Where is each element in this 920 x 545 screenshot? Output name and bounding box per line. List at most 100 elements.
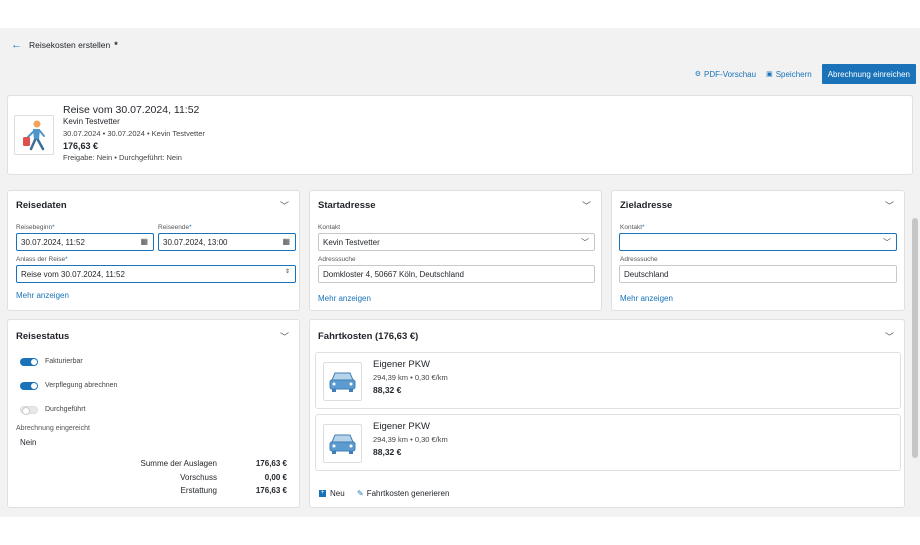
car-icon [323, 362, 362, 401]
fakturierbar-toggle[interactable] [20, 358, 38, 366]
start-address-input[interactable]: Domkloster 4, 50667 Köln, Deutschland [318, 265, 595, 283]
reason-input[interactable]: Reise vom 30.07.2024, 11:52 ⇕ [16, 265, 296, 283]
startadresse-title: Startadresse [318, 200, 376, 211]
sum-label: Erstattung [180, 486, 217, 495]
end-date-value: 30.07.2024, 13:00 [163, 237, 228, 247]
traveler-name: Kevin Testvetter [63, 117, 120, 126]
chevron-down-icon[interactable]: ﹀ [280, 199, 289, 212]
start-search-label: Adresssuche [318, 256, 356, 263]
action-bar: ⚙ PDF-Vorschau ▣ Speichern Abrechnung ei… [695, 64, 916, 84]
pdf-preview-label: PDF-Vorschau [704, 69, 757, 79]
reisedaten-card: Reisedaten ﹀ Reisebeginn* 30.07.2024, 11… [7, 190, 300, 311]
fahrtkosten-title: Fahrtkosten (176,63 €) [318, 331, 419, 342]
end-label: Reiseende* [158, 224, 192, 231]
reisestatus-card: Reisestatus ﹀ Fakturierbar Verpflegung a… [7, 319, 300, 508]
trip-status: Freigabe: Nein • Durchgeführt: Nein [63, 153, 182, 162]
expense-meta: 294,39 km • 0,30 €/km [373, 372, 448, 382]
save-icon: ▣ [766, 71, 773, 78]
start-contact-value: Kevin Testvetter [323, 237, 380, 247]
durchgefuehrt-label: Durchgeführt [45, 406, 86, 413]
reisestatus-title: Reisestatus [16, 331, 70, 342]
sum-row-refund: Erstattung 176,63 € [107, 486, 287, 495]
resize-handle-icon[interactable]: ⇕ [285, 268, 290, 275]
start-contact-select[interactable]: Kevin Testvetter ﹀ [318, 233, 595, 251]
start-address-value: Domkloster 4, 50667 Köln, Deutschland [323, 269, 464, 279]
submitted-label: Abrechnung eingereicht [16, 425, 90, 432]
expense-amount: 88,32 € [373, 385, 402, 395]
page-header: ← Reisekosten erstellen * [0, 28, 920, 62]
target-address-value: Deutschland [624, 269, 669, 279]
target-address-input[interactable]: Deutschland [619, 265, 897, 283]
pdf-preview-button[interactable]: ⚙ PDF-Vorschau [695, 70, 756, 79]
expense-text: Eigener PKW 294,39 km • 0,30 €/km 88,32 … [373, 421, 448, 459]
reisedaten-title: Reisedaten [16, 200, 67, 211]
start-date-input[interactable]: 30.07.2024, 11:52 ▦ [16, 233, 154, 251]
expense-amount: 88,32 € [373, 447, 402, 457]
sum-row-advance: Vorschuss 0,00 € [107, 473, 287, 482]
target-contact-label: Kontakt* [620, 224, 645, 231]
sum-value: 176,63 € [255, 459, 287, 468]
end-date-input[interactable]: 30.07.2024, 13:00 ▦ [158, 233, 296, 251]
calendar-icon[interactable]: ▦ [282, 237, 290, 246]
trip-summary-text: Reise vom 30.07.2024, 11:52 Kevin Testve… [63, 104, 205, 164]
expense-title: Eigener PKW [373, 421, 431, 432]
expense-meta: 294,39 km • 0,30 €/km [373, 434, 448, 444]
durchgefuehrt-toggle[interactable] [20, 406, 38, 415]
startadresse-card: Startadresse ﹀ Kontakt Kevin Testvetter … [309, 190, 602, 311]
reisedaten-more-link[interactable]: Mehr anzeigen [16, 291, 69, 300]
submitted-value: Nein [20, 438, 37, 447]
trip-amount: 176,63 € [63, 141, 99, 151]
wand-icon: ✎ [357, 489, 364, 498]
gear-icon: ⚙ [694, 71, 702, 78]
unsaved-indicator: * [114, 40, 118, 50]
start-label: Reisebeginn* [16, 224, 55, 231]
generate-costs-button[interactable]: ✎ Fahrtkosten generieren [357, 489, 449, 498]
reason-label: Anlass der Reise* [16, 256, 68, 263]
page-title: Reisekosten erstellen [29, 40, 111, 50]
traveler-illustration [14, 115, 54, 155]
app-container: ← Reisekosten erstellen * ⚙ PDF-Vorschau… [0, 28, 920, 517]
new-expense-button[interactable]: + Neu [319, 489, 345, 498]
sum-value: 176,63 € [255, 486, 287, 495]
expense-item[interactable]: Eigener PKW 294,39 km • 0,30 €/km 88,32 … [315, 414, 901, 471]
zieladresse-more-link[interactable]: Mehr anzeigen [620, 294, 673, 303]
fakturierbar-label: Fakturierbar [45, 358, 83, 365]
trip-summary-card: Reise vom 30.07.2024, 11:52 Kevin Testve… [7, 95, 913, 175]
fahrtkosten-card: Fahrtkosten (176,63 €) ﹀ Eigener PKW 294… [309, 319, 905, 508]
generate-costs-label: Fahrtkosten generieren [366, 489, 450, 498]
save-button[interactable]: ▣ Speichern [766, 70, 812, 79]
sum-label: Summe der Auslagen [140, 459, 218, 468]
target-contact-select[interactable]: ﹀ [619, 233, 897, 251]
expense-title: Eigener PKW [373, 359, 431, 370]
expense-item[interactable]: Eigener PKW 294,39 km • 0,30 €/km 88,32 … [315, 352, 901, 409]
startadresse-more-link[interactable]: Mehr anzeigen [318, 294, 371, 303]
verpflegung-label: Verpflegung abrechnen [45, 382, 118, 389]
new-expense-label: Neu [330, 489, 345, 498]
chevron-down-icon: ﹀ [581, 238, 589, 247]
chevron-down-icon[interactable]: ﹀ [885, 199, 894, 212]
verpflegung-toggle[interactable] [20, 382, 38, 390]
chevron-down-icon: ﹀ [883, 238, 891, 247]
zieladresse-card: Zieladresse ﹀ Kontakt* ﹀ Adresssuche Deu… [611, 190, 905, 311]
reason-value: Reise vom 30.07.2024, 11:52 [21, 269, 125, 279]
arrow-left-icon[interactable]: ← [11, 39, 22, 51]
chevron-down-icon[interactable]: ﹀ [885, 330, 894, 343]
chevron-down-icon[interactable]: ﹀ [280, 330, 289, 343]
start-date-value: 30.07.2024, 11:52 [21, 237, 85, 247]
scrollbar[interactable] [912, 218, 918, 458]
trip-title: Reise vom 30.07.2024, 11:52 [63, 104, 200, 116]
expense-text: Eigener PKW 294,39 km • 0,30 €/km 88,32 … [373, 359, 448, 397]
start-contact-label: Kontakt [318, 224, 341, 231]
target-search-label: Adresssuche [620, 256, 658, 263]
plus-icon: + [319, 490, 326, 497]
sum-row-expenses: Summe der Auslagen 176,63 € [107, 459, 288, 468]
sum-value: 0,00 € [264, 473, 287, 482]
submit-button[interactable]: Abrechnung einreichen [821, 64, 916, 84]
zieladresse-title: Zieladresse [620, 200, 673, 211]
save-label: Speichern [775, 69, 812, 79]
trip-meta: 30.07.2024 • 30.07.2024 • Kevin Testvett… [63, 129, 205, 138]
car-icon [323, 424, 362, 463]
calendar-icon[interactable]: ▦ [140, 237, 148, 246]
chevron-down-icon[interactable]: ﹀ [582, 199, 591, 212]
sum-label: Vorschuss [180, 473, 217, 482]
